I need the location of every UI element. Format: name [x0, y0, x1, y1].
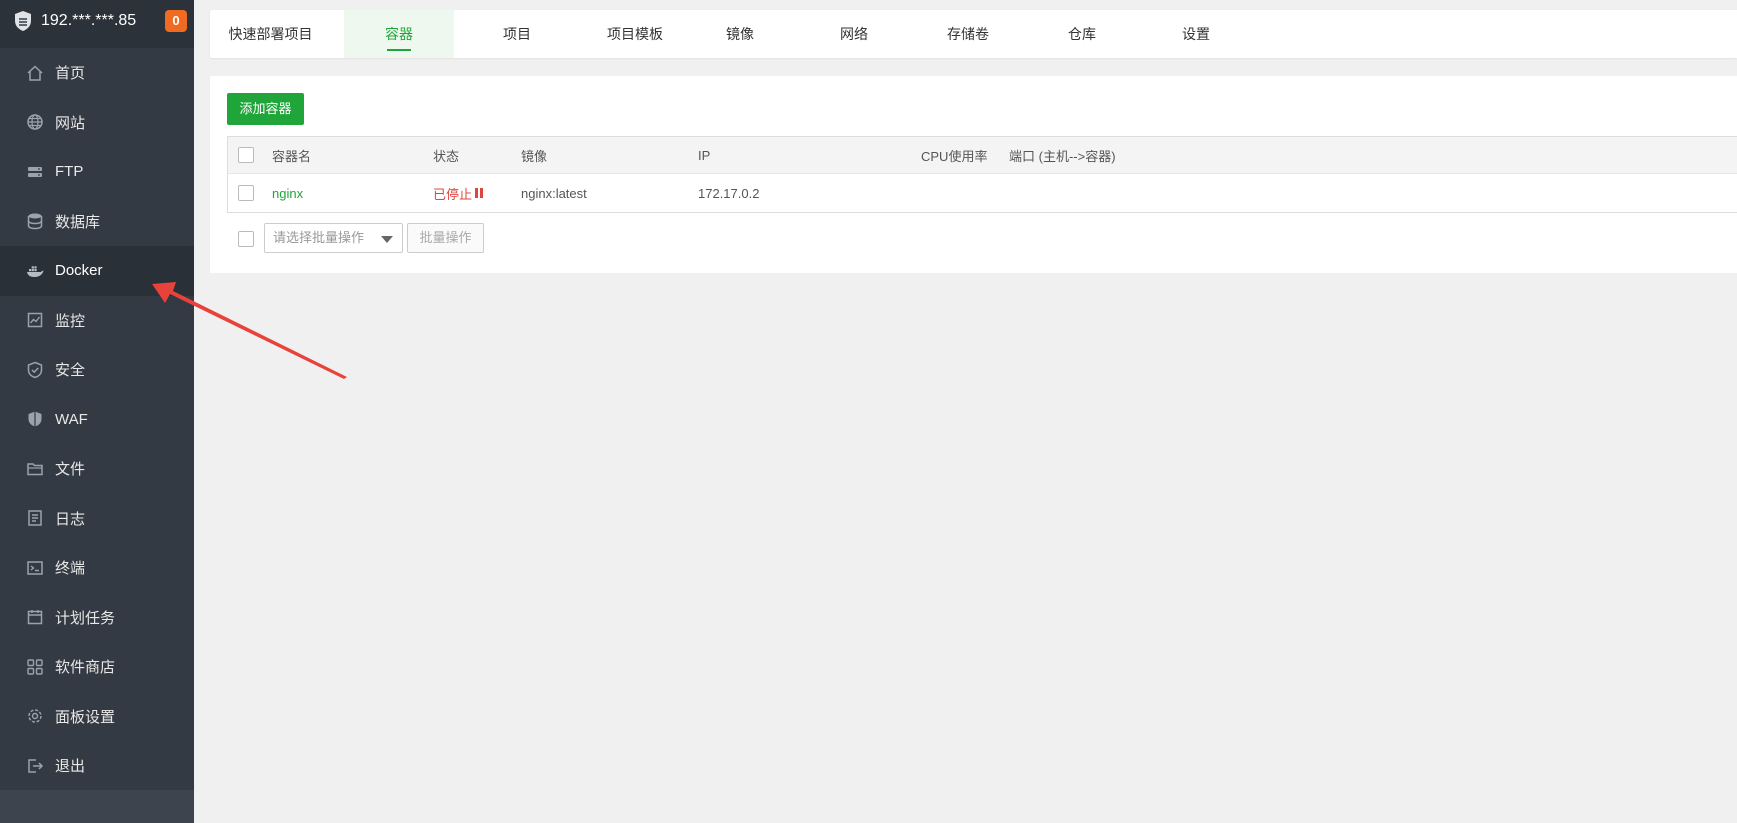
waf-shield-icon	[26, 410, 44, 428]
row-checkbox[interactable]	[238, 185, 254, 201]
batch-operation-button[interactable]: 批量操作	[407, 223, 484, 253]
sidebar-item-label: 日志	[55, 510, 86, 528]
sidebar-item-panel-settings[interactable]: 面板设置	[0, 692, 194, 742]
sidebar-item-website[interactable]: 网站	[0, 98, 194, 148]
terminal-icon	[26, 559, 44, 577]
column-header-status: 状态	[433, 148, 460, 164]
globe-icon	[26, 113, 44, 131]
sidebar-item-label: 数据库	[55, 213, 101, 231]
pause-icon	[475, 188, 484, 198]
column-header-name: 容器名	[272, 148, 312, 164]
tab-images[interactable]: 镜像	[690, 10, 790, 58]
tab-containers[interactable]: 容器	[344, 10, 454, 58]
sidebar-item-label: 网站	[55, 114, 86, 132]
ftp-icon	[26, 163, 44, 181]
column-header-ports: 端口 (主机-->容器)	[1009, 148, 1116, 164]
sidebar-item-home[interactable]: 首页	[0, 48, 194, 98]
panel-logo-icon	[13, 10, 33, 32]
chevron-down-icon	[381, 236, 393, 243]
sidebar-item-label: 监控	[55, 312, 86, 330]
tab-projects[interactable]: 项目	[467, 10, 567, 58]
sidebar-item-docker[interactable]: Docker	[0, 246, 194, 296]
sidebar-item-label: 退出	[55, 758, 86, 776]
sidebar-item-cron[interactable]: 计划任务	[0, 593, 194, 643]
apps-grid-icon	[26, 658, 44, 676]
sidebar-item-label: 面板设置	[55, 708, 116, 726]
gear-icon	[26, 707, 44, 725]
select-all-checkbox[interactable]	[238, 147, 254, 163]
sidebar-item-label: 文件	[55, 461, 86, 479]
sidebar-item-waf[interactable]: WAF	[0, 395, 194, 445]
table-row: nginx 已停止 nginx:latest 172.17.0.2	[228, 174, 1737, 212]
column-header-image: 镜像	[521, 148, 548, 164]
sidebar-item-monitor[interactable]: 监控	[0, 296, 194, 346]
status-text: 已停止	[433, 186, 473, 202]
sidebar-item-ftp[interactable]: FTP	[0, 147, 194, 197]
batch-operation-select[interactable]: 请选择批量操作	[264, 223, 403, 253]
containers-panel: 添加容器 容器名 状态 镜像 IP CPU使用率 端口 (主机-->容器) ng…	[210, 76, 1737, 273]
sidebar: 192.***.***.85 0 首页 网站 FTP 数据库 Docker 监控	[0, 0, 194, 823]
server-host: 192.***.***.85	[41, 12, 137, 29]
sidebar-item-label: 软件商店	[55, 659, 116, 677]
tab-volumes[interactable]: 存储卷	[918, 10, 1018, 58]
sidebar-item-database[interactable]: 数据库	[0, 197, 194, 247]
tab-quick-deploy[interactable]: 快速部署项目	[210, 10, 331, 58]
sidebar-item-label: 安全	[55, 362, 86, 380]
batch-select-checkbox[interactable]	[238, 231, 254, 247]
column-header-ip: IP	[698, 147, 711, 163]
add-container-button[interactable]: 添加容器	[227, 93, 304, 125]
monitor-icon	[26, 311, 44, 329]
sidebar-item-label: 计划任务	[55, 609, 116, 627]
server-header: 192.***.***.85 0	[0, 0, 194, 48]
tab-project-templates[interactable]: 项目模板	[580, 10, 690, 58]
logout-icon	[26, 757, 44, 775]
folder-icon	[26, 460, 44, 478]
batch-select-placeholder: 请选择批量操作	[273, 230, 365, 245]
container-status-toggle[interactable]: 已停止	[433, 184, 484, 203]
calendar-icon	[26, 608, 44, 626]
docker-icon	[26, 262, 44, 280]
container-ip: 172.17.0.2	[698, 185, 760, 201]
sidebar-menu: 首页 网站 FTP 数据库 Docker 监控 安全 WAF 文件 日志 终端 …	[0, 48, 194, 791]
sidebar-item-terminal[interactable]: 终端	[0, 543, 194, 593]
notification-badge[interactable]: 0	[165, 10, 187, 32]
table-header: 容器名 状态 镜像 IP CPU使用率 端口 (主机-->容器)	[228, 137, 1737, 174]
shield-check-icon	[26, 361, 44, 379]
sidebar-item-label: FTP	[55, 163, 84, 181]
database-icon	[26, 212, 44, 230]
docker-tabs: 快速部署项目 容器 项目 项目模板 镜像 网络 存储卷 仓库 设置	[210, 10, 1737, 58]
sidebar-item-label: WAF	[55, 410, 88, 428]
tab-registry[interactable]: 仓库	[1032, 10, 1132, 58]
sidebar-item-label: 首页	[55, 65, 86, 83]
log-icon	[26, 509, 44, 527]
sidebar-item-logs[interactable]: 日志	[0, 494, 194, 544]
home-icon	[26, 64, 44, 82]
container-image: nginx:latest	[521, 185, 587, 201]
sidebar-item-security[interactable]: 安全	[0, 345, 194, 395]
sidebar-footer	[0, 790, 194, 823]
column-header-cpu: CPU使用率	[921, 148, 988, 164]
tab-networks[interactable]: 网络	[804, 10, 904, 58]
sidebar-item-app-store[interactable]: 软件商店	[0, 642, 194, 692]
tab-settings[interactable]: 设置	[1146, 10, 1246, 58]
sidebar-item-label: 终端	[55, 560, 86, 578]
sidebar-item-logout[interactable]: 退出	[0, 741, 194, 791]
sidebar-item-files[interactable]: 文件	[0, 444, 194, 494]
containers-table: 容器名 状态 镜像 IP CPU使用率 端口 (主机-->容器) nginx 已…	[227, 136, 1737, 213]
container-name-link[interactable]: nginx	[272, 186, 303, 201]
sidebar-item-label: Docker	[55, 262, 103, 280]
